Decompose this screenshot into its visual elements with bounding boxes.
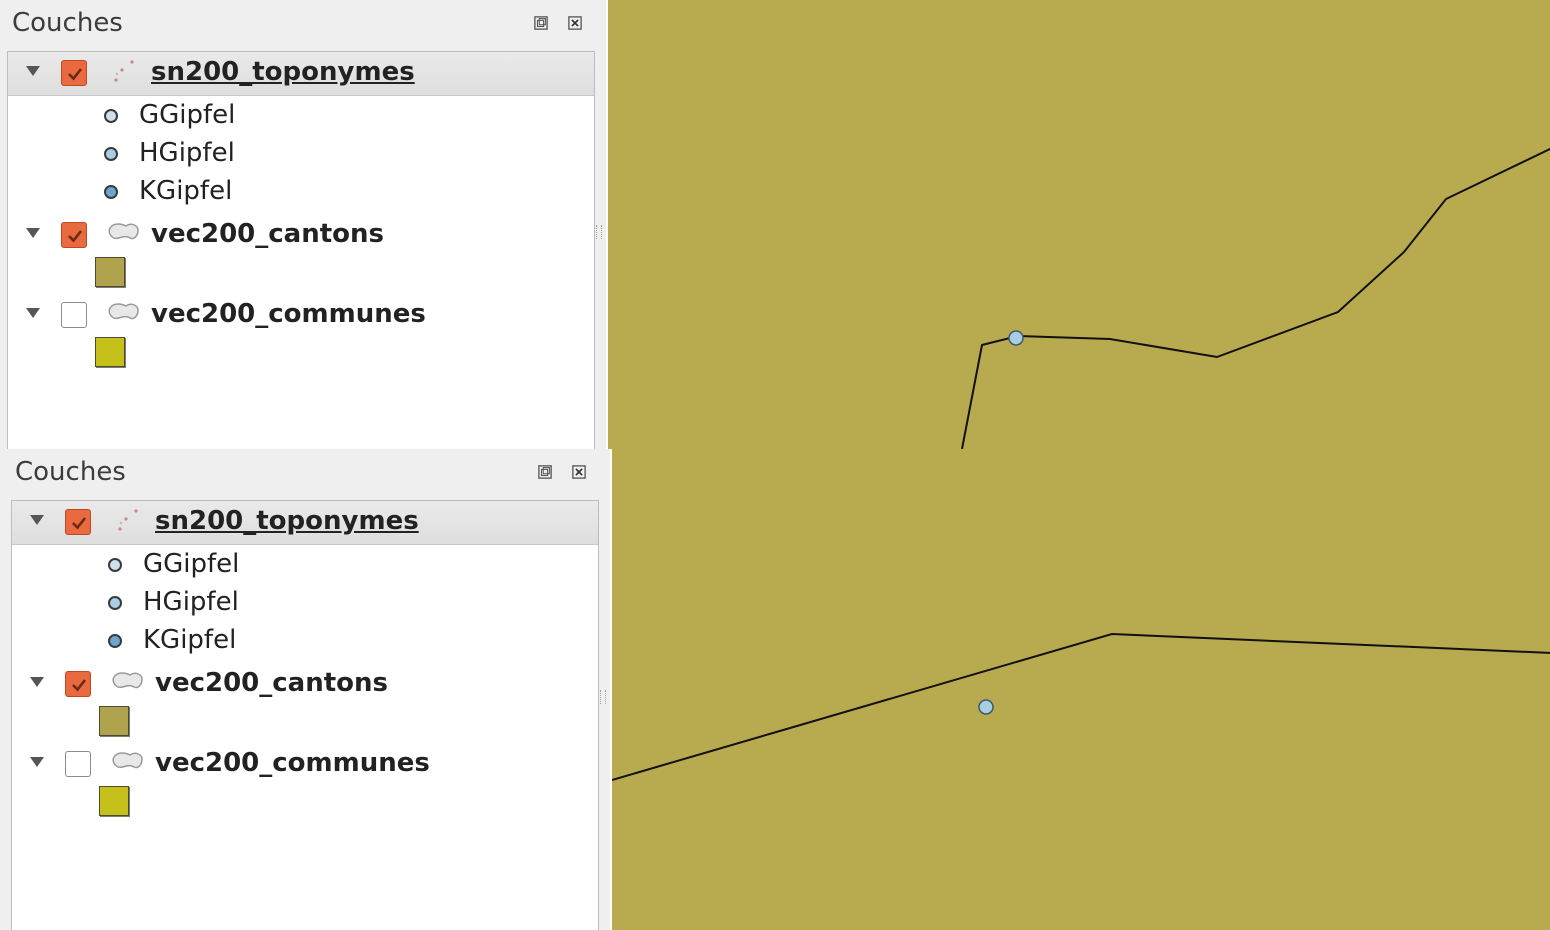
canton-boundary-line xyxy=(961,147,1550,449)
kgipfel-point-icon xyxy=(104,185,118,199)
legend-label: GGipfel xyxy=(139,100,236,130)
panel-bottom: Couches sn200_toponymes GGipfel HGipfel … xyxy=(0,449,1550,930)
polygon-layer-icon xyxy=(112,672,143,689)
layer-name: sn200_toponymes xyxy=(151,57,415,87)
collapse-arrow-icon[interactable] xyxy=(26,66,40,76)
layers-dock: Couches sn200_toponymes GGipfel HGipfel … xyxy=(0,0,600,449)
collapse-arrow-icon[interactable] xyxy=(26,228,40,238)
layer-name: vec200_communes xyxy=(155,748,430,778)
cantons-fill-symbol xyxy=(95,257,125,287)
toponym-point xyxy=(1008,330,1024,346)
layer-row-vec200-communes[interactable]: vec200_communes xyxy=(8,294,594,332)
layer-row-vec200-communes[interactable]: vec200_communes xyxy=(12,743,598,781)
hgipfel-point-icon xyxy=(104,147,118,161)
point-layer-icon xyxy=(114,60,134,82)
layer-visibility-checkbox[interactable] xyxy=(61,222,87,248)
layer-visibility-checkbox[interactable] xyxy=(65,671,91,697)
dock-title: Couches xyxy=(15,457,126,487)
toponym-point xyxy=(978,699,994,715)
collapse-arrow-icon[interactable] xyxy=(30,677,44,687)
layer-visibility-checkbox[interactable] xyxy=(65,751,91,777)
layer-name: vec200_cantons xyxy=(155,668,389,698)
map-features xyxy=(961,147,1550,449)
layer-name: sn200_toponymes xyxy=(155,506,419,536)
hgipfel-point-icon xyxy=(108,596,122,610)
legend-label: KGipfel xyxy=(143,625,237,655)
dock-title: Couches xyxy=(12,8,123,38)
layer-visibility-checkbox[interactable] xyxy=(61,60,87,86)
communes-fill-symbol xyxy=(99,786,129,816)
close-icon[interactable] xyxy=(566,14,586,34)
layer-tree[interactable]: sn200_toponymes GGipfel HGipfel KGipfel … xyxy=(7,51,595,449)
layer-name: vec200_cantons xyxy=(151,219,385,249)
legend-label: GGipfel xyxy=(143,549,240,579)
legend-label: HGipfel xyxy=(143,587,239,617)
ggipfel-point-icon xyxy=(104,109,118,123)
legend-label: HGipfel xyxy=(139,138,235,168)
map-canvas[interactable] xyxy=(610,449,1550,930)
point-layer-icon xyxy=(118,509,138,531)
polygon-layer-icon xyxy=(108,223,139,240)
ggipfel-point-icon xyxy=(108,558,122,572)
layer-row-sn200-toponymes[interactable]: sn200_toponymes xyxy=(8,52,594,96)
kgipfel-point-icon xyxy=(108,634,122,648)
map-features xyxy=(612,632,1550,781)
layer-row-vec200-cantons[interactable]: vec200_cantons xyxy=(12,663,598,701)
splitter-handle[interactable] xyxy=(600,689,606,704)
float-icon[interactable] xyxy=(532,14,552,34)
collapse-arrow-icon[interactable] xyxy=(26,308,40,318)
map-canvas[interactable] xyxy=(606,0,1550,449)
float-icon[interactable] xyxy=(536,463,556,483)
polygon-layer-icon xyxy=(112,752,143,769)
close-icon[interactable] xyxy=(570,463,590,483)
cantons-fill-symbol xyxy=(99,706,129,736)
panel-top: Couches sn200_toponymes GGipfel HGipfel … xyxy=(0,0,1550,449)
layer-row-vec200-cantons[interactable]: vec200_cantons xyxy=(8,214,594,252)
layers-dock: Couches sn200_toponymes GGipfel HGipfel … xyxy=(0,449,600,930)
splitter-handle[interactable] xyxy=(596,224,602,239)
legend-label: KGipfel xyxy=(139,176,233,206)
layer-visibility-checkbox[interactable] xyxy=(65,509,91,535)
layer-row-sn200-toponymes[interactable]: sn200_toponymes xyxy=(12,501,598,545)
communes-fill-symbol xyxy=(95,337,125,367)
polygon-layer-icon xyxy=(108,303,139,320)
layer-tree[interactable]: sn200_toponymes GGipfel HGipfel KGipfel … xyxy=(11,500,599,930)
layer-visibility-checkbox[interactable] xyxy=(61,302,87,328)
collapse-arrow-icon[interactable] xyxy=(30,757,44,767)
layer-name: vec200_communes xyxy=(151,299,426,329)
canton-boundary-line xyxy=(612,632,1550,781)
collapse-arrow-icon[interactable] xyxy=(30,515,44,525)
